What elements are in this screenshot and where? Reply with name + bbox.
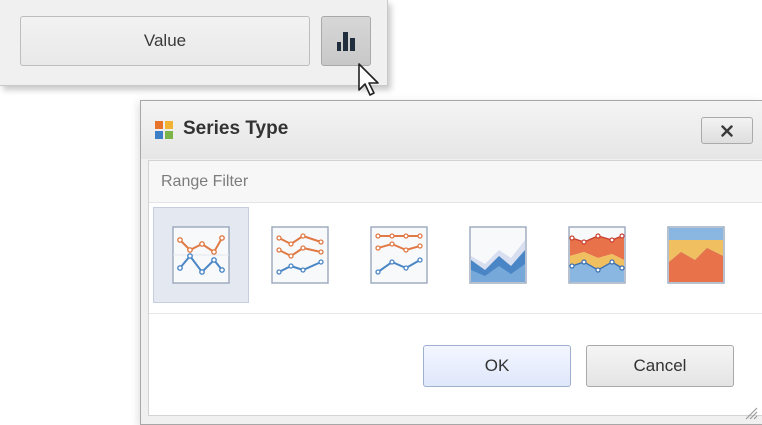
full-stacked-line-series-icon bbox=[370, 226, 428, 284]
separator bbox=[149, 313, 762, 314]
resize-grip-icon[interactable] bbox=[742, 404, 758, 420]
gallery-item-full-stacked-line[interactable] bbox=[351, 207, 447, 303]
close-icon bbox=[721, 124, 733, 137]
group-header: Range Filter bbox=[149, 161, 762, 203]
value-label: Value bbox=[143, 31, 187, 50]
ok-button[interactable]: OK bbox=[423, 345, 571, 387]
dialog-content: Range Filter OK Cancel bbox=[148, 160, 762, 416]
series-gallery bbox=[149, 203, 762, 303]
series-type-button[interactable] bbox=[321, 16, 371, 66]
group-label: Range Filter bbox=[161, 173, 249, 190]
area-series-icon bbox=[469, 226, 527, 284]
gallery-item-stacked-area[interactable] bbox=[549, 207, 645, 303]
series-type-icon bbox=[155, 121, 173, 139]
stacked-area-series-icon bbox=[568, 226, 626, 284]
value-panel: Value bbox=[0, 0, 388, 86]
mouse-pointer-icon bbox=[358, 63, 379, 96]
value-field-button[interactable]: Value bbox=[20, 16, 310, 66]
gallery-item-full-stacked-area[interactable] bbox=[648, 207, 744, 303]
dialog-title-bar[interactable]: Series Type bbox=[141, 101, 762, 159]
stacked-line-series-icon bbox=[271, 226, 329, 284]
series-type-dialog: Series Type Range Filter OK Cancel bbox=[140, 100, 762, 425]
full-stacked-area-series-icon bbox=[667, 226, 725, 284]
gallery-item-stacked-line[interactable] bbox=[252, 207, 348, 303]
cancel-button[interactable]: Cancel bbox=[586, 345, 734, 387]
bar-chart-icon bbox=[337, 32, 355, 51]
line-series-icon bbox=[172, 226, 230, 284]
gallery-item-area[interactable] bbox=[450, 207, 546, 303]
dialog-title: Series Type bbox=[183, 118, 289, 139]
gallery-item-line[interactable] bbox=[153, 207, 249, 303]
close-button[interactable] bbox=[701, 117, 753, 144]
cancel-label: Cancel bbox=[633, 356, 687, 375]
ok-label: OK bbox=[484, 356, 510, 375]
